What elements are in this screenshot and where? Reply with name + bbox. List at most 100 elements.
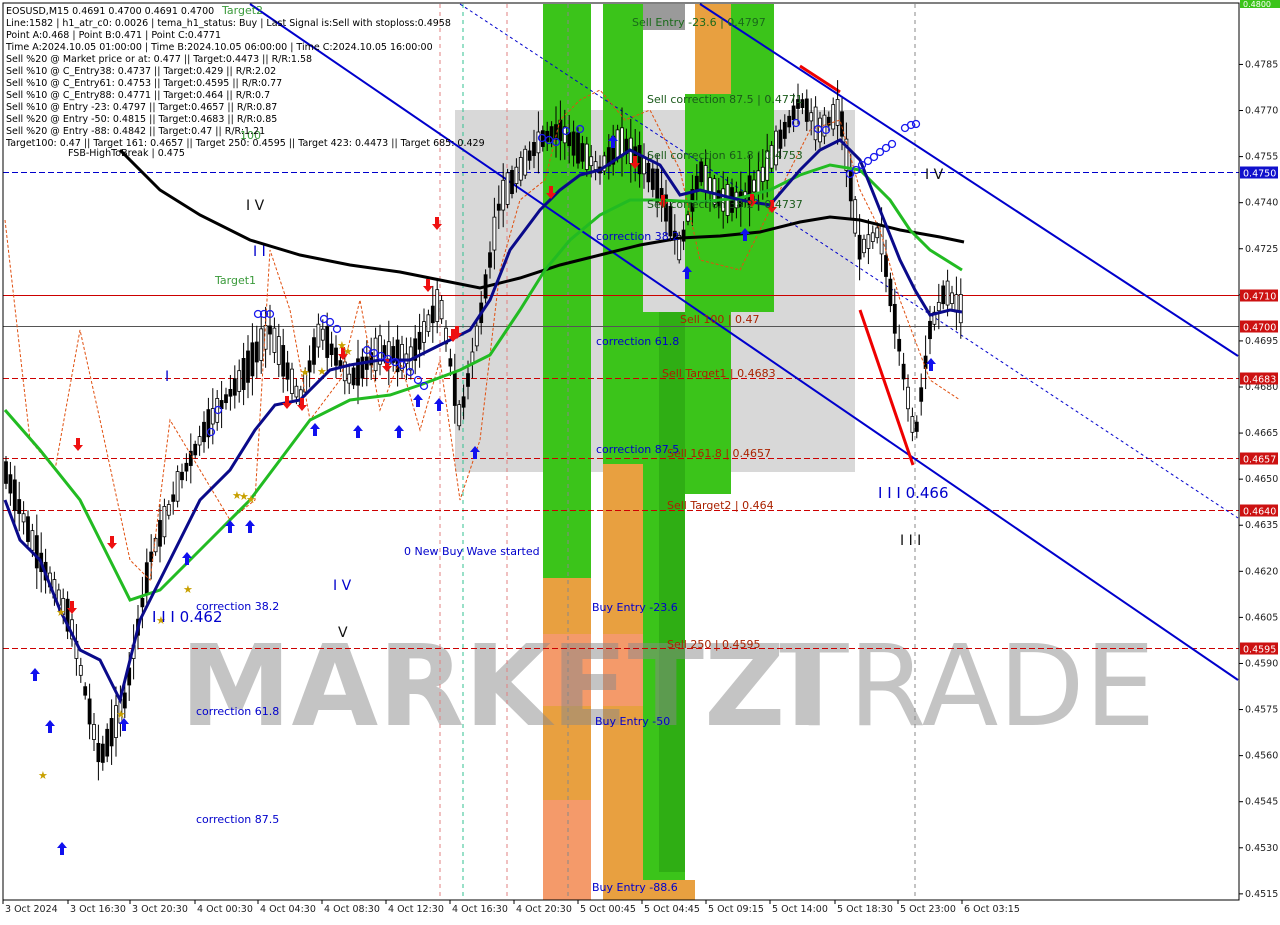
- candle-body: [105, 728, 110, 757]
- candle-body: [620, 127, 624, 157]
- candle-body: [580, 143, 585, 162]
- candle-body: [919, 387, 924, 402]
- label-buy-entry-236: Buy Entry -23.6: [592, 601, 678, 614]
- info-panel: EOSUSD,M15 0.4691 0.4700 0.4691 0.4700 L…: [5, 6, 485, 159]
- candle-body: [21, 513, 26, 523]
- star-icon: ★: [343, 345, 353, 358]
- candle-body: [140, 597, 145, 608]
- candle-body: [325, 326, 330, 358]
- candle-body: [510, 169, 514, 195]
- label-sell-entry-23: Sell Entry -23.6 | 0.4797: [632, 16, 766, 29]
- candle-body: [285, 362, 290, 380]
- candle-body: [901, 363, 906, 380]
- candle-body: [637, 145, 642, 175]
- candle-body: [180, 471, 184, 481]
- candle-body: [4, 461, 8, 484]
- candle-body: [12, 479, 17, 511]
- star-icon: ★: [317, 365, 327, 378]
- candle-body: [144, 562, 149, 594]
- candle-body: [532, 142, 536, 156]
- candle-body: [228, 388, 233, 397]
- candle-body: [466, 373, 470, 387]
- candle-body: [351, 367, 356, 386]
- candle-body: [158, 520, 162, 547]
- buy-arrow-icon: [394, 425, 404, 438]
- label-corr-618-left: correction 61.8: [196, 705, 279, 718]
- star-icon: ★: [183, 583, 193, 596]
- candle-body: [210, 408, 215, 425]
- signal-ring-icon: [869, 152, 879, 162]
- candle-body: [703, 165, 708, 192]
- x-tick-label: 3 Oct 2024: [5, 904, 58, 915]
- candle-body: [892, 303, 897, 334]
- level-tag-label: 0.4750: [1243, 169, 1276, 180]
- drop-red-line: [858, 309, 915, 466]
- candle-body: [83, 686, 88, 696]
- candle-body: [452, 371, 457, 406]
- candle-body: [527, 150, 532, 161]
- candle-body: [923, 355, 928, 369]
- candle-body: [884, 255, 888, 277]
- candle-body: [897, 338, 902, 352]
- candle-body: [259, 328, 264, 361]
- x-tick-label: 5 Oct 18:30: [837, 904, 893, 915]
- info-line-5: Sell %10 @ C_Entry38: 0.4737 || Target:0…: [6, 66, 276, 77]
- candle-body: [241, 358, 246, 390]
- x-tick-label: 5 Oct 04:45: [644, 904, 700, 915]
- wave-label-iv-1: I V: [246, 198, 265, 214]
- candle-body: [312, 337, 316, 365]
- candle-body: [193, 443, 198, 456]
- candle-body: [813, 106, 818, 141]
- label-corr-382-mid: correction 38.2: [596, 230, 679, 243]
- level-tag-label: 0.4640: [1243, 507, 1276, 518]
- candle-body: [96, 742, 101, 763]
- info-line-8: Sell %10 @ Entry -23: 0.4797 || Target:0…: [6, 102, 277, 113]
- candle-body: [276, 336, 281, 365]
- candle-body: [439, 300, 444, 320]
- label-target1: Target1: [214, 274, 256, 287]
- candle-body: [215, 398, 220, 423]
- candle-body: [224, 394, 228, 404]
- price-axis: 0.4785 0.4770 0.4755 0.4740 0.4725 0.4710 0.46…: [1239, 0, 1280, 900]
- candle-body: [329, 343, 334, 356]
- buy-arrow-icon: [413, 394, 423, 407]
- buy-arrow-icon: [45, 720, 55, 733]
- candle-body: [756, 170, 761, 193]
- candle-body: [558, 119, 563, 142]
- level-tag-label: 0.4657: [1243, 455, 1276, 466]
- sell-arrow-icon: [107, 536, 117, 549]
- candle-body: [360, 356, 365, 379]
- candle-body: [686, 214, 690, 222]
- candle-body: [804, 98, 809, 122]
- y-tick-label: 0.4635: [1245, 520, 1278, 531]
- candle-body: [320, 328, 325, 341]
- label-target2: Target2: [221, 4, 263, 17]
- info-line-1: Line:1582 | h1_atr_c0: 0.0026 | tema_h1_…: [6, 18, 451, 29]
- candle-body: [650, 168, 655, 190]
- info-line-10: Sell %20 @ Entry -88: 0.4842 || Target:0…: [6, 126, 265, 137]
- candle-body: [281, 345, 286, 377]
- candle-body: [928, 320, 932, 340]
- candle-body: [936, 301, 941, 312]
- candle-body: [518, 157, 523, 181]
- label-corr-618-mid: correction 61.8: [596, 335, 679, 348]
- candle-body: [914, 421, 919, 432]
- label-sell-corr-875: Sell correction 87.5 | 0.4771: [647, 93, 803, 106]
- candle-body: [100, 743, 105, 763]
- y-tick-label: 0.4575: [1245, 705, 1278, 716]
- candle-body: [166, 504, 171, 516]
- info-line-0: EOSUSD,M15 0.4691 0.4700 0.4691 0.4700: [6, 6, 214, 17]
- candle-body: [175, 471, 180, 502]
- label-wave-466: I I I 0.466: [878, 484, 949, 502]
- candle-body: [708, 177, 712, 193]
- x-tick-label: 3 Oct 16:30: [70, 904, 126, 915]
- level-tag-label: 0.4683: [1243, 375, 1276, 386]
- candle-body: [835, 99, 840, 126]
- y-tick-label: 0.4605: [1245, 612, 1278, 623]
- y-tick-label: 0.4650: [1245, 474, 1278, 485]
- candle-body: [831, 104, 836, 130]
- y-tick-label: 0.4530: [1245, 843, 1278, 854]
- level-tag-label: 0.4700: [1243, 323, 1276, 334]
- candle-body: [246, 350, 250, 383]
- candle-body: [571, 131, 576, 156]
